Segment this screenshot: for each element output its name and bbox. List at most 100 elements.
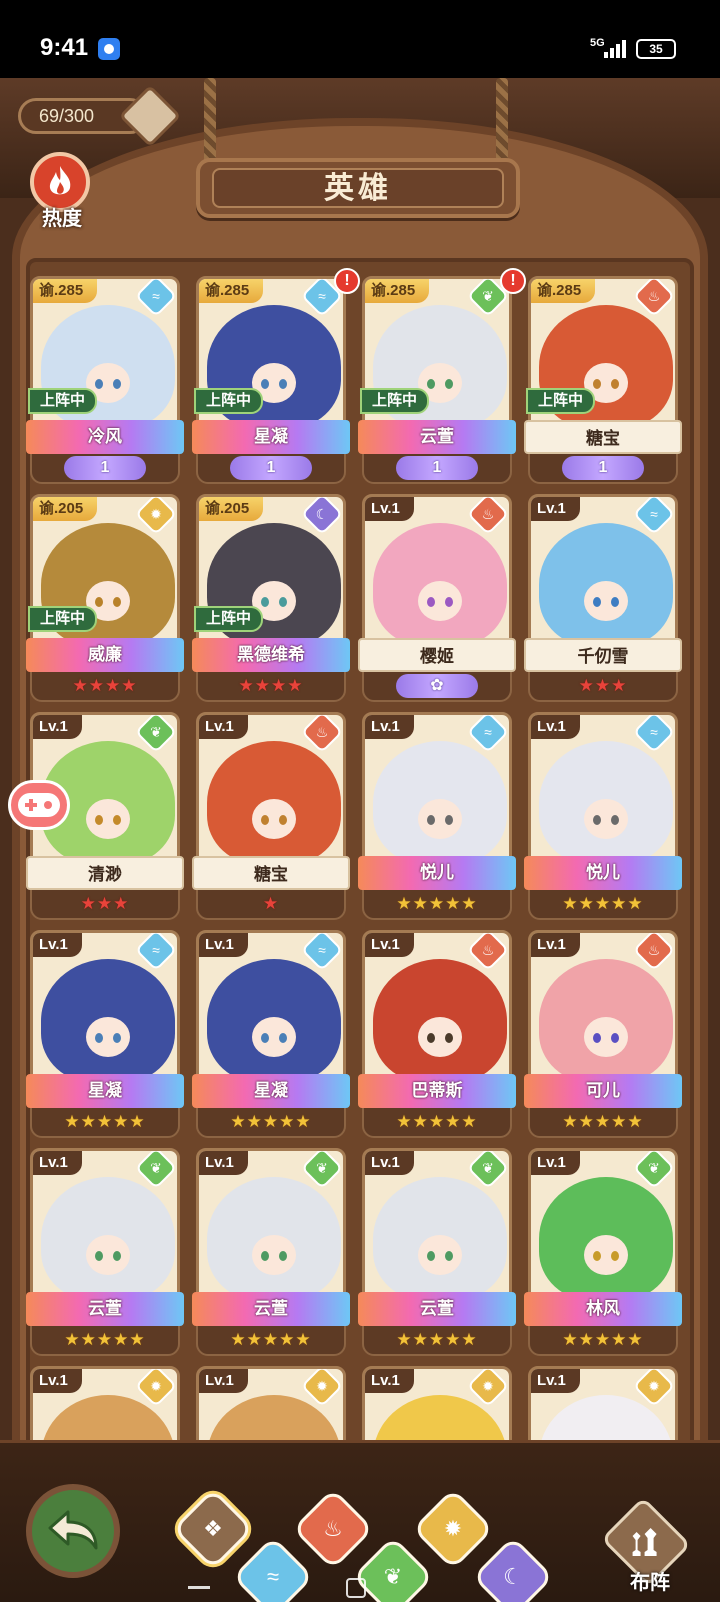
hero-name: 星凝	[192, 1074, 350, 1108]
deployed-badge: 上阵中	[194, 606, 264, 632]
hero-card[interactable]: Lv.1 ≈ 悦儿 ★★★★★	[358, 712, 516, 920]
hero-portrait	[41, 1177, 175, 1301]
hero-card[interactable]: 谕.285 ≈ 上阵中 冷风 1	[26, 276, 184, 484]
hero-face	[584, 1235, 628, 1275]
alert-badge: !	[500, 268, 526, 294]
signal-icon	[604, 40, 628, 58]
hero-card[interactable]: 谕.285 ≈! 上阵中 星凝 1	[192, 268, 360, 484]
hero-eye	[113, 1251, 121, 1261]
hero-eye	[445, 1033, 453, 1043]
hero-card[interactable]: Lv.1 ❦ 云萱 ★★★★★	[26, 1148, 184, 1356]
gamepad-float-button[interactable]	[8, 780, 70, 830]
rank-base: ★★★★	[196, 670, 346, 702]
flame-icon: ♨	[632, 279, 675, 318]
water-swirl-icon: ≈	[632, 497, 675, 536]
element-glyph: ≈	[650, 724, 658, 740]
star-rating: ★★★★★	[64, 1112, 146, 1131]
rank-base: ✿	[362, 670, 512, 702]
rank-wing-badge: ✿	[396, 674, 478, 698]
rank-base: ★★★★★	[196, 1106, 346, 1138]
element-glyph: ≈	[152, 288, 160, 304]
rank-base: ★★★★★	[30, 1106, 180, 1138]
hero-eye	[113, 1033, 121, 1043]
hero-card[interactable]: Lv.1 ♨ 可儿 ★★★★★	[524, 930, 682, 1138]
hero-level: 谕.285	[531, 279, 596, 303]
rank-wing-badge: 1	[64, 456, 146, 480]
hero-card[interactable]: Lv.1 ♨ 巴蒂斯 ★★★★★	[358, 930, 516, 1138]
gamepad-icon	[18, 793, 60, 817]
water-swirl-icon: ≈	[466, 715, 509, 754]
element-glyph: ❦	[482, 1159, 494, 1176]
back-button[interactable]	[26, 1484, 120, 1578]
hero-portrait	[373, 523, 507, 647]
element-glyph: ≈	[318, 942, 326, 958]
hero-name: 星凝	[192, 420, 350, 454]
hero-level: 谕.285	[199, 279, 264, 303]
rank-wing-badge: 1	[396, 456, 478, 480]
hero-level: Lv.1	[199, 1369, 248, 1393]
hero-name: 冷风	[26, 420, 184, 454]
hero-eye	[95, 1251, 103, 1261]
hero-card[interactable]: Lv.1 ≈ 千仞雪 ★★★	[524, 494, 682, 702]
element-glyph: ☾	[315, 505, 329, 522]
rank-base: ★★★	[30, 888, 180, 920]
rank-base: ★★★★★	[362, 1324, 512, 1356]
hero-level: Lv.1	[365, 933, 414, 957]
star-rating: ★★★★★	[64, 1330, 146, 1349]
star-rating: ★	[262, 894, 280, 913]
rank-base: 1	[30, 452, 180, 484]
hero-eye	[279, 597, 287, 607]
element-glyph: ≈	[152, 942, 160, 958]
hero-level: Lv.1	[365, 497, 414, 521]
hero-face	[86, 799, 130, 839]
hero-card[interactable]: Lv.1 ♨ 樱姬 ✿	[358, 494, 516, 702]
water-swirl-icon: ≈	[134, 933, 177, 972]
filter-glyph: ≈	[266, 1564, 280, 1589]
hero-face	[86, 1235, 130, 1275]
lineup-label: 布阵	[630, 1572, 670, 1594]
hero-card[interactable]: Lv.1 ❦ 云萱 ★★★★★	[358, 1148, 516, 1356]
hero-card[interactable]: 谕.205 ✹ 上阵中 威廉 ★★★★	[26, 494, 184, 702]
hero-card[interactable]: 谕.285 ❦! 上阵中 云萱 1	[358, 268, 526, 484]
hero-level: Lv.1	[33, 933, 82, 957]
filter-glyph: ❦	[383, 1564, 403, 1589]
hero-level: 谕.205	[199, 497, 264, 521]
hero-card[interactable]: Lv.1 ♨ 糖宝 ★	[192, 712, 350, 920]
hero-portrait	[207, 959, 341, 1083]
rank-base: 1	[362, 452, 512, 484]
rank-base: ★★★	[528, 670, 678, 702]
hero-level: Lv.1	[199, 715, 248, 739]
hero-level: Lv.1	[33, 715, 82, 739]
deployed-badge: 上阵中	[194, 388, 264, 414]
hero-card[interactable]: 谕.205 ☾ 上阵中 黑德维希 ★★★★	[192, 494, 350, 702]
nav-menu-icon[interactable]	[188, 1586, 210, 1589]
element-glyph: ✹	[482, 1377, 494, 1394]
hero-card[interactable]: Lv.1 ≈ 星凝 ★★★★★	[192, 930, 350, 1138]
rank-base: ★★★★★	[30, 1324, 180, 1356]
rank-base: ★★★★	[30, 670, 180, 702]
hero-card[interactable]: Lv.1 ❦ 云萱 ★★★★★	[192, 1148, 350, 1356]
hero-card[interactable]: Lv.1 ❦ 林风 ★★★★★	[524, 1148, 682, 1356]
hero-eye	[279, 379, 287, 389]
hero-level: Lv.1	[199, 1151, 248, 1175]
rank-base: ★★★★★	[528, 1324, 678, 1356]
hero-card[interactable]: Lv.1 ≈ 悦儿 ★★★★★	[524, 712, 682, 920]
leaf-icon: ❦	[134, 715, 177, 754]
star-rating: ★★★	[578, 676, 628, 695]
hero-eye	[95, 597, 103, 607]
star-rating: ★★★	[80, 894, 130, 913]
hero-card[interactable]: Lv.1 ≈ 星凝 ★★★★★	[26, 930, 184, 1138]
deployed-badge: 上阵中	[28, 606, 98, 632]
hero-eye	[279, 815, 287, 825]
star-rating: ★★★★★	[396, 1330, 478, 1349]
hero-face	[418, 799, 462, 839]
hero-eye	[261, 815, 269, 825]
leaf-icon: ❦	[466, 1151, 509, 1190]
hero-level: Lv.1	[33, 1151, 82, 1175]
nav-home-icon[interactable]	[346, 1578, 366, 1598]
star-rating: ★★★★★	[396, 1112, 478, 1131]
hero-name: 悦儿	[524, 856, 682, 890]
hero-card[interactable]: 谕.285 ♨ 上阵中 糖宝 1	[524, 276, 682, 484]
hero-eye	[427, 815, 435, 825]
hero-name: 林风	[524, 1292, 682, 1326]
